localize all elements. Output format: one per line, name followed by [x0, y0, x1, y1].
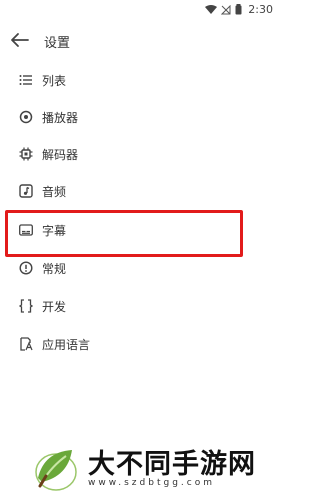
- status-icons: 2:30: [205, 3, 273, 16]
- menu-item-label: 应用语言: [42, 338, 91, 352]
- app-bar: 设置: [0, 22, 281, 60]
- menu-item-label: 播放器: [42, 111, 79, 125]
- highlight-box: [5, 210, 243, 257]
- arrow-left-icon: [11, 33, 29, 47]
- battery-icon: [235, 4, 242, 15]
- menu-item-audio[interactable]: 音频: [0, 173, 281, 209]
- back-button[interactable]: [10, 32, 32, 50]
- code-icon: [19, 299, 33, 313]
- status-time: 2:30: [248, 3, 273, 16]
- menu-item-list[interactable]: 列表: [0, 62, 281, 98]
- menu-item-label: 音频: [42, 185, 67, 199]
- chip-icon: [19, 147, 33, 161]
- list-icon: [19, 75, 32, 85]
- watermark: 大不同手游网 www.szdbtgg.com: [30, 440, 275, 500]
- watermark-url: www.szdbtgg.com: [88, 478, 215, 488]
- watermark-text: 大不同手游网: [88, 449, 256, 480]
- menu-item-developer[interactable]: 开发: [0, 288, 281, 324]
- info-icon: [19, 261, 33, 275]
- signal-off-icon: [221, 4, 231, 14]
- audio-icon: [19, 184, 33, 198]
- menu-item-label: 列表: [42, 74, 67, 88]
- page-title: 设置: [44, 36, 71, 51]
- menu-item-decoder[interactable]: 解码器: [0, 136, 281, 172]
- language-icon: [20, 337, 33, 351]
- menu-item-app-language[interactable]: 应用语言: [0, 326, 281, 362]
- menu-item-player[interactable]: 播放器: [0, 99, 281, 135]
- leaf-logo-icon: [35, 450, 77, 491]
- menu-item-label: 常规: [42, 262, 67, 276]
- menu-item-label: 解码器: [42, 148, 79, 162]
- status-bar: 2:30: [0, 0, 281, 20]
- player-icon: [19, 110, 33, 124]
- menu-item-label: 开发: [42, 300, 67, 314]
- wifi-icon: [205, 4, 218, 14]
